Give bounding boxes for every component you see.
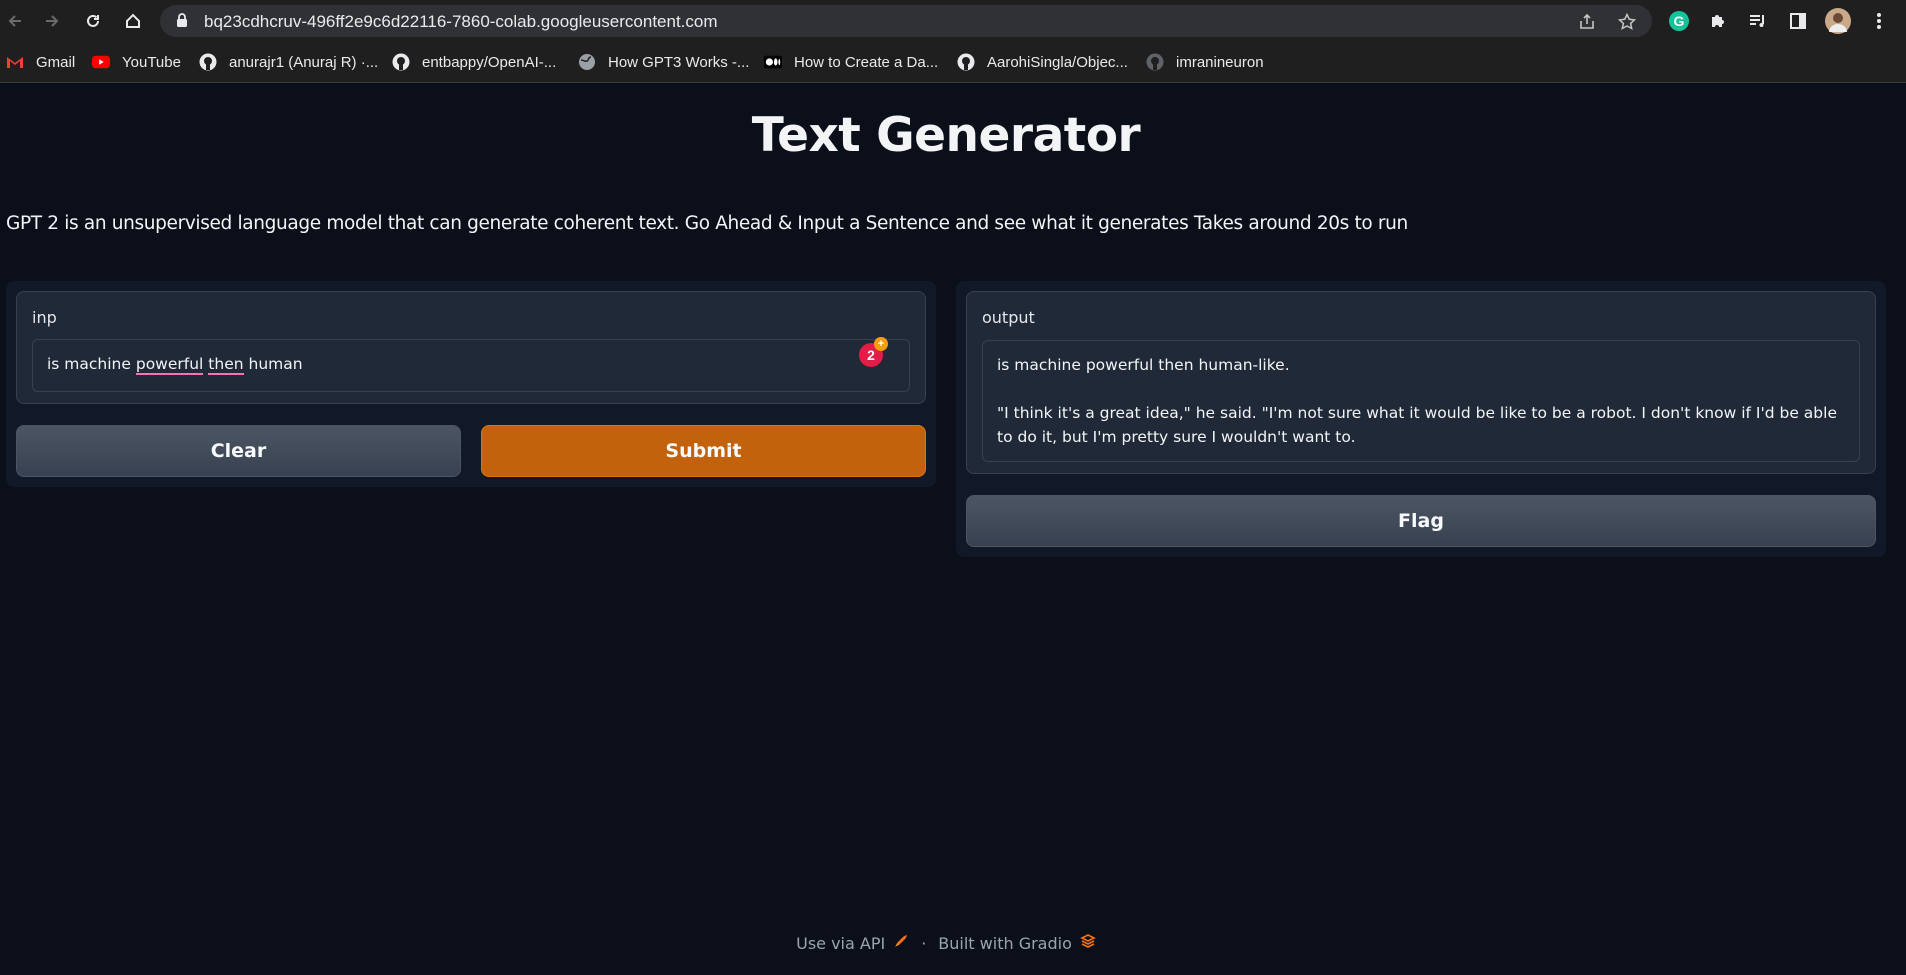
bookmark-label: Gmail: [36, 53, 76, 71]
forward-icon[interactable]: [37, 6, 67, 36]
reload-icon[interactable]: [78, 6, 108, 36]
bookmark-label: How to Create a Da...: [794, 53, 939, 71]
share-icon[interactable]: [1578, 13, 1596, 36]
gradio-logo-icon: [1080, 933, 1096, 953]
input-label: inp: [32, 308, 57, 327]
profile-avatar[interactable]: [1825, 8, 1851, 34]
input-block: inp is machine powerful then human: [16, 291, 926, 404]
github-icon: [1146, 53, 1164, 71]
bookmark-gmail[interactable]: Gmail: [6, 51, 75, 73]
bookmark-label: entbappy/OpenAI-...: [422, 53, 557, 71]
home-icon[interactable]: [118, 6, 148, 36]
grammarly-icon[interactable]: G: [1666, 8, 1692, 34]
use-via-api-link[interactable]: Use via API: [796, 934, 885, 953]
address-bar[interactable]: bq23cdhcruv-496ff2e9c6d22116-7860-colab.…: [160, 5, 1652, 37]
output-line-2: "I think it's a great idea," he said. "I…: [997, 404, 1842, 446]
side-panel-icon[interactable]: [1785, 8, 1811, 34]
input-textbox[interactable]: is machine powerful then human: [32, 339, 910, 392]
gmail-icon: [6, 53, 24, 71]
input-text: is machine: [47, 355, 136, 373]
flag-button[interactable]: Flag: [966, 495, 1876, 547]
bookmark-label: YouTube: [122, 53, 181, 71]
grammarly-plus-icon: +: [874, 337, 888, 351]
github-icon: [957, 53, 975, 71]
bookmark-star-icon[interactable]: [1617, 12, 1637, 36]
output-label: output: [982, 308, 1035, 327]
bookmark-youtube[interactable]: YouTube: [92, 51, 181, 73]
output-line-1: is machine powerful then human-like.: [997, 356, 1290, 374]
svg-text:G: G: [1674, 13, 1685, 29]
bookmark-label: anurajr1 (Anuraj R) ·...: [229, 53, 379, 71]
bookmark-entbappy[interactable]: entbappy/OpenAI-...: [392, 51, 556, 73]
extensions-icon[interactable]: [1705, 8, 1731, 34]
medium-icon: [764, 53, 782, 71]
bookmark-anurajr1[interactable]: anurajr1 (Anuraj R) ·...: [199, 51, 378, 73]
footer-separator: ·: [921, 933, 927, 953]
input-text-flagged[interactable]: then: [208, 355, 244, 375]
media-queue-icon[interactable]: [1745, 8, 1771, 34]
bookmarks-bar: Gmail YouTube anurajr1 (Anuraj R) ·... e…: [0, 42, 1906, 83]
built-with-gradio-link[interactable]: Built with Gradio: [938, 934, 1072, 953]
output-block: output is machine powerful then human-li…: [966, 291, 1876, 474]
page-title: Text Generator: [751, 108, 1141, 163]
url-text[interactable]: bq23cdhcruv-496ff2e9c6d22116-7860-colab.…: [204, 12, 718, 32]
output-panel: output is machine powerful then human-li…: [956, 281, 1886, 557]
github-icon: [199, 53, 217, 71]
lock-icon: [176, 13, 188, 33]
bookmark-label: AarohiSingla/Objec...: [987, 53, 1128, 71]
input-text: human: [243, 355, 303, 373]
app-description: GPT 2 is an unsupervised language model …: [6, 213, 1408, 234]
bookmark-imranineuron[interactable]: imranineuron: [1146, 51, 1264, 73]
bookmark-gpt3[interactable]: How GPT3 Works -...: [578, 51, 749, 73]
submit-button[interactable]: Submit: [481, 425, 926, 477]
clear-button[interactable]: Clear: [16, 425, 461, 477]
output-textbox[interactable]: is machine powerful then human-like. "I …: [982, 340, 1860, 462]
youtube-icon: [92, 53, 110, 71]
bookmark-label: imranineuron: [1176, 53, 1264, 71]
bookmark-aarohisingla[interactable]: AarohiSingla/Objec...: [957, 51, 1128, 73]
browser-toolbar: bq23cdhcruv-496ff2e9c6d22116-7860-colab.…: [0, 0, 1906, 42]
footer: Use via API · Built with Gradio: [0, 933, 1892, 953]
globe-icon: [578, 53, 596, 71]
bookmark-label: How GPT3 Works -...: [608, 53, 750, 71]
github-icon: [392, 53, 410, 71]
back-icon[interactable]: [0, 6, 30, 36]
input-panel: inp is machine powerful then human Clear…: [6, 281, 936, 487]
bookmark-create-da[interactable]: How to Create a Da...: [764, 51, 938, 73]
menu-kebab-icon[interactable]: [1866, 8, 1892, 34]
rocket-icon: [893, 933, 909, 953]
input-text-flagged[interactable]: powerful: [135, 355, 204, 375]
